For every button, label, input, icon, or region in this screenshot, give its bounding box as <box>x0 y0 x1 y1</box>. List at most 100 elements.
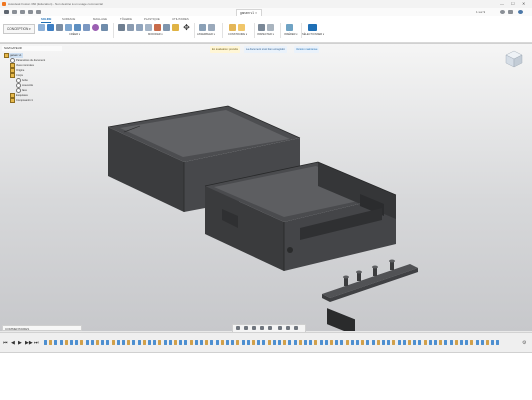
timeline-feature-icon[interactable] <box>80 340 84 345</box>
timeline-feature-icon[interactable] <box>122 340 125 345</box>
fit-icon[interactable] <box>268 326 272 330</box>
timeline-feature-icon[interactable] <box>439 340 443 345</box>
timeline-feature-icon[interactable] <box>64 340 68 345</box>
group-modifier[interactable]: MODIFIER ▾ <box>148 33 163 37</box>
group-assembler[interactable]: ASSEMBLER ▾ <box>197 33 215 37</box>
lid-body[interactable] <box>204 161 397 331</box>
timeline-feature-icon[interactable] <box>158 340 162 345</box>
timeline-feature-icon[interactable] <box>153 340 157 345</box>
timeline-feature-icon[interactable] <box>371 340 375 345</box>
timeline-feature-icon[interactable] <box>340 340 344 345</box>
select-icon[interactable] <box>308 24 317 31</box>
timeline-feature-icon[interactable] <box>231 340 235 345</box>
timeline-feature-icon[interactable] <box>278 340 281 345</box>
timeline-feature-icon[interactable] <box>361 340 365 345</box>
timeline-feature-icon[interactable] <box>324 340 328 345</box>
timeline-next-button[interactable]: ▶▶ <box>25 340 33 346</box>
move-icon[interactable]: ✥ <box>183 24 190 32</box>
document-tab[interactable]: ganam v1 ✕ <box>236 9 262 16</box>
hole-icon[interactable] <box>74 24 81 31</box>
close-button[interactable]: ✕ <box>522 1 525 7</box>
timeline-feature-icon[interactable] <box>486 340 489 345</box>
grid-settings-icon[interactable] <box>286 326 290 330</box>
timeline-first-button[interactable]: ⏮ <box>3 340 8 346</box>
timeline-feature-icon[interactable] <box>428 340 432 345</box>
press-pull-icon[interactable] <box>118 24 125 31</box>
timeline-feature-icon[interactable] <box>392 340 396 345</box>
viewport-canvas[interactable]: En évaluation: prendre La document s'est… <box>0 44 532 333</box>
sketch-icon[interactable] <box>47 24 54 31</box>
timeline-feature-icon[interactable] <box>200 340 203 345</box>
timeline-feature-icon[interactable] <box>283 340 287 345</box>
insert-image-icon[interactable] <box>286 24 293 31</box>
timeline-feature-icon[interactable] <box>54 340 58 345</box>
display-settings-icon[interactable] <box>278 326 282 330</box>
joint-icon[interactable] <box>199 24 206 31</box>
look-at-icon[interactable] <box>244 326 248 330</box>
timeline-feature-icon[interactable] <box>465 340 469 345</box>
timeline-feature-icon[interactable] <box>44 340 47 345</box>
model-view[interactable] <box>0 44 532 331</box>
new-component-icon[interactable] <box>38 24 45 31</box>
pan-icon[interactable] <box>252 326 256 330</box>
tab-solide[interactable]: SOLIDE <box>41 17 52 23</box>
workspace-switcher[interactable]: CONCEPTION ▾ <box>3 24 35 34</box>
timeline-feature-icon[interactable] <box>480 340 484 345</box>
timeline-feature-icon[interactable] <box>475 340 479 345</box>
save-icon[interactable] <box>20 10 25 14</box>
comments-panel[interactable]: COMMENTAIRES <box>2 325 82 331</box>
timeline-feature-icon[interactable] <box>413 340 417 345</box>
group-creer[interactable]: CRÉER ▾ <box>69 33 80 37</box>
timeline-feature-icon[interactable] <box>335 340 339 345</box>
timeline-feature-icon[interactable] <box>90 340 94 345</box>
tab-tolerie[interactable]: TÔLERIE <box>120 17 132 22</box>
timeline-feature-icon[interactable] <box>298 340 302 345</box>
timeline-feature-icon[interactable] <box>70 340 73 345</box>
timeline-feature-icon[interactable] <box>49 340 53 345</box>
timeline-feature-icon[interactable] <box>376 340 380 345</box>
timeline-prev-button[interactable]: ◀ <box>11 340 15 346</box>
timeline-feature-icon[interactable] <box>408 340 411 345</box>
timeline-feature-icon[interactable] <box>96 340 99 345</box>
timeline-feature-icon[interactable] <box>387 340 391 345</box>
timeline-feature-icon[interactable] <box>366 340 370 345</box>
split-icon[interactable] <box>172 24 179 31</box>
tab-surface[interactable]: SURFACE <box>62 17 75 22</box>
timeline-feature-icon[interactable] <box>345 340 349 345</box>
extrude-icon[interactable] <box>56 24 63 31</box>
timeline-settings-icon[interactable]: ⚙ <box>522 340 526 346</box>
timeline-feature-icon[interactable] <box>304 340 307 345</box>
timeline-feature-icon[interactable] <box>75 340 79 345</box>
user-avatar[interactable] <box>518 10 523 14</box>
timeline-feature-icon[interactable] <box>449 340 453 345</box>
timeline-feature-icon[interactable] <box>226 340 229 345</box>
timeline-feature-icon[interactable] <box>127 340 131 345</box>
timeline-feature-icon[interactable] <box>174 340 177 345</box>
timeline-feature-icon[interactable] <box>470 340 474 345</box>
timeline-feature-icon[interactable] <box>179 340 183 345</box>
group-construire[interactable]: CONSTRUIRE ▾ <box>228 33 247 37</box>
viewports-icon[interactable] <box>294 326 298 330</box>
timeline-feature-icon[interactable] <box>382 340 385 345</box>
timeline-feature-icon[interactable] <box>319 340 323 345</box>
zoom-icon[interactable] <box>260 326 264 330</box>
timeline-feature-icon[interactable] <box>210 340 214 345</box>
timeline-feature-icon[interactable] <box>402 340 406 345</box>
timeline-feature-icon[interactable] <box>397 340 401 345</box>
timeline-feature-icon[interactable] <box>423 340 427 345</box>
pattern-icon[interactable] <box>83 24 90 31</box>
create-more-icon[interactable] <box>101 24 108 31</box>
timeline-feature-icon[interactable] <box>236 340 240 345</box>
timeline-feature-icon[interactable] <box>194 340 198 345</box>
timeline-feature-icon[interactable] <box>267 340 271 345</box>
timeline-feature-icon[interactable] <box>309 340 313 345</box>
timeline-feature-icon[interactable] <box>111 340 115 345</box>
timeline-feature-icon[interactable] <box>142 340 146 345</box>
timeline-feature-icon[interactable] <box>106 340 110 345</box>
timeline-feature-icon[interactable] <box>496 340 500 345</box>
timeline-feature-icon[interactable] <box>272 340 276 345</box>
timeline-feature-icon[interactable] <box>168 340 172 345</box>
group-inserer[interactable]: INSÉRER ▾ <box>284 33 298 37</box>
revolve-icon[interactable] <box>65 24 72 31</box>
timeline-feature-icon[interactable] <box>116 340 120 345</box>
